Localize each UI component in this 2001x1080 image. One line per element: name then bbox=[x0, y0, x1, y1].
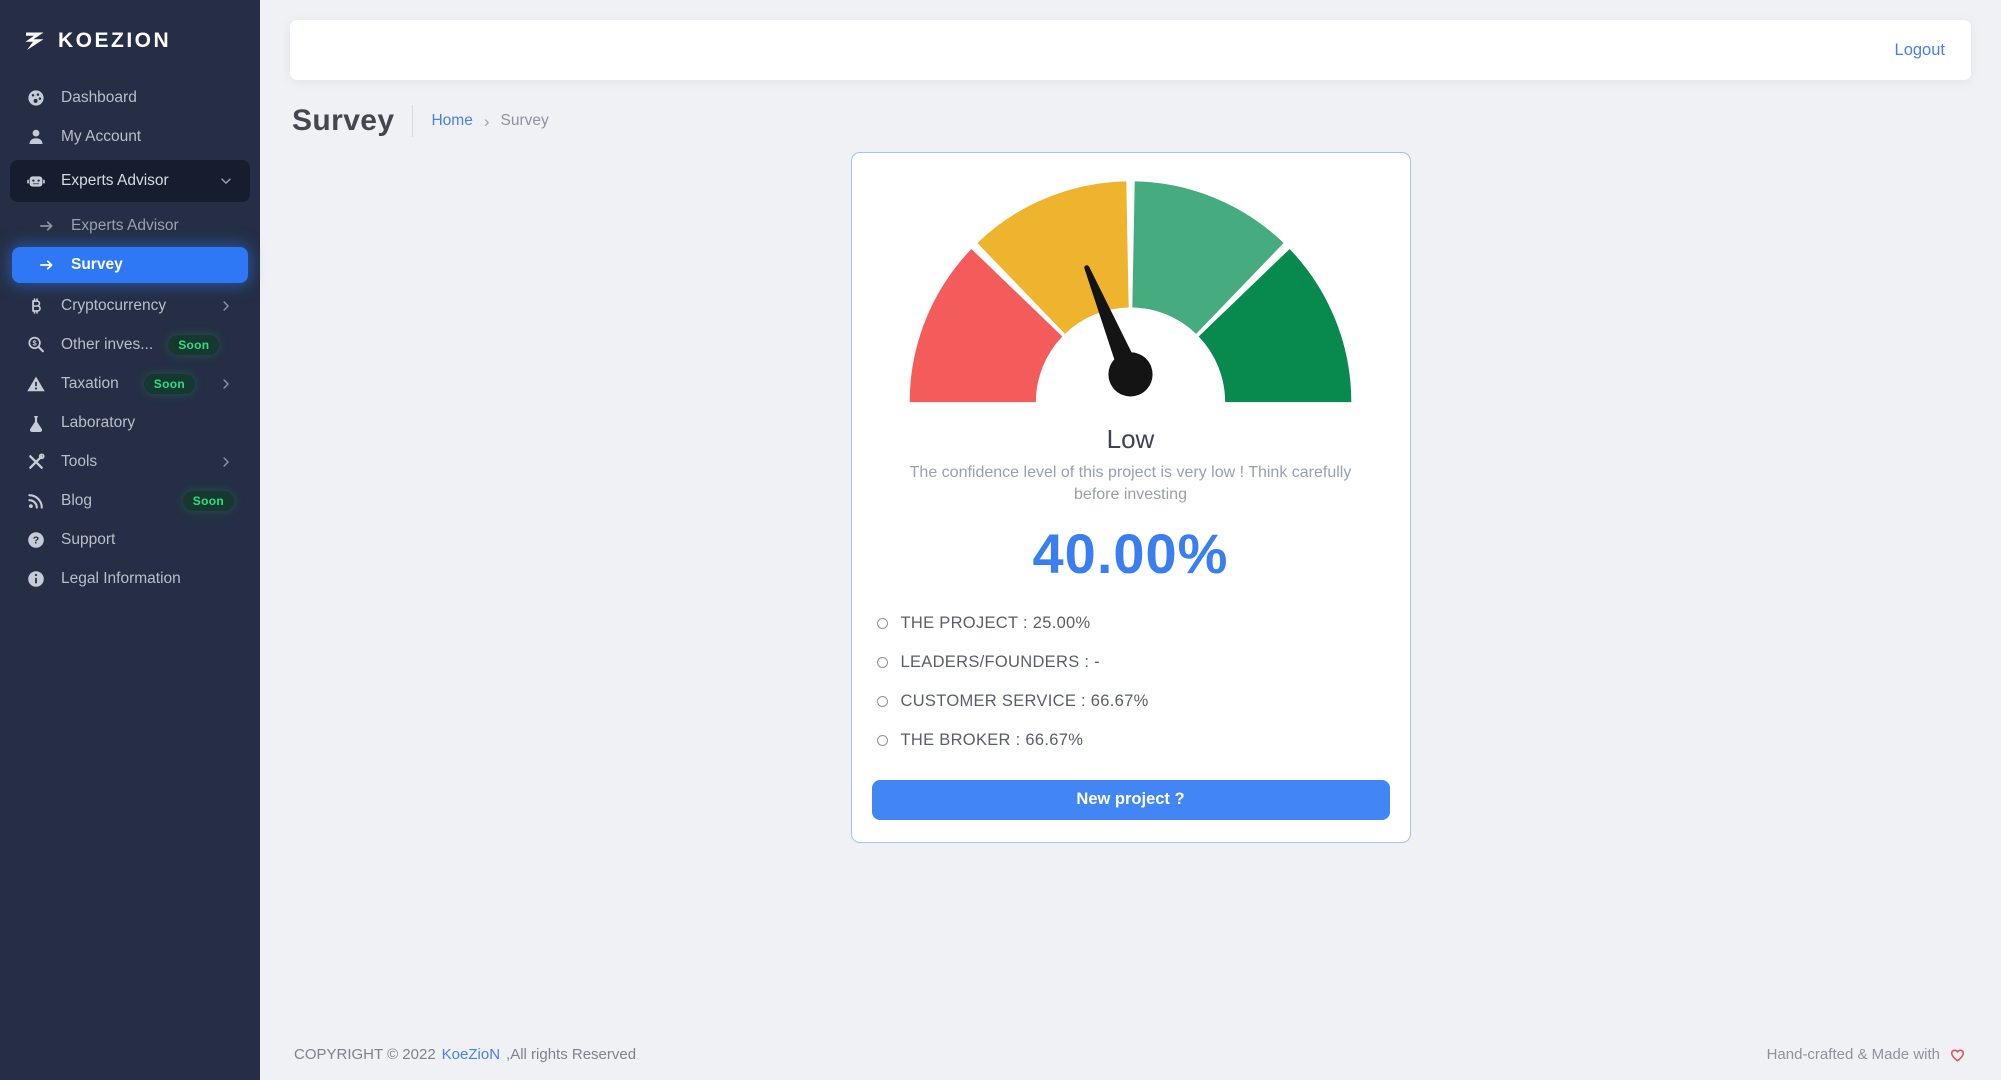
sidebar-subitem-survey[interactable]: Survey bbox=[12, 247, 248, 283]
sidebar-item-label: Other inves... bbox=[61, 336, 153, 354]
rss-icon bbox=[26, 491, 46, 511]
svg-text:?: ? bbox=[33, 535, 39, 547]
warning-icon bbox=[26, 374, 46, 394]
sidebar-item-label: Taxation bbox=[61, 375, 119, 393]
sidebar-item-label: Experts Advisor bbox=[61, 172, 169, 190]
circle-bullet-icon bbox=[877, 618, 888, 629]
sidebar-item-label: Laboratory bbox=[61, 414, 135, 432]
confidence-level-label: Low bbox=[1107, 424, 1155, 455]
credits-text: Hand-crafted & Made with bbox=[1767, 1045, 1967, 1064]
tools-icon bbox=[26, 452, 46, 472]
criteria-text: THE BROKER : 66.67% bbox=[901, 731, 1084, 750]
sidebar-subitem-experts-advisor[interactable]: Experts Advisor bbox=[12, 208, 248, 244]
user-icon bbox=[26, 127, 46, 147]
soon-badge: Soon bbox=[168, 335, 219, 355]
sidebar-subitem-label: Survey bbox=[71, 256, 123, 274]
new-project-button[interactable]: New project ? bbox=[872, 780, 1390, 820]
chevron-right-icon bbox=[218, 298, 234, 314]
sidebar-item-label: Dashboard bbox=[61, 89, 137, 107]
sidebar-item-laboratory[interactable]: Laboratory bbox=[10, 404, 250, 442]
sidebar-item-label: Legal Information bbox=[61, 570, 181, 588]
sidebar-item-cryptocurrency[interactable]: Cryptocurrency bbox=[10, 287, 250, 325]
robot-icon bbox=[26, 171, 46, 191]
sidebar-submenu: Experts Advisor Survey bbox=[0, 208, 260, 283]
survey-result-card: Low The confidence level of this project… bbox=[851, 152, 1411, 843]
bitcoin-icon bbox=[26, 296, 46, 316]
chevron-right-icon bbox=[218, 454, 234, 470]
chevron-down-icon bbox=[218, 173, 234, 189]
criteria-item: CUSTOMER SERVICE : 66.67% bbox=[872, 682, 1390, 721]
footer: COPYRIGHT © 2022 KoeZioN ,All rights Res… bbox=[290, 1035, 1971, 1080]
question-icon: ? bbox=[26, 530, 46, 550]
main-content: Logout Survey Home › Survey Low The conf… bbox=[260, 0, 2001, 1080]
sidebar-item-label: Support bbox=[61, 531, 115, 549]
copyright-text: COPYRIGHT © 2022 KoeZioN ,All rights Res… bbox=[294, 1046, 636, 1063]
sidebar-item-other-inves[interactable]: $ Other inves... Soon bbox=[10, 326, 250, 364]
soon-badge: Soon bbox=[183, 491, 234, 511]
sidebar-item-my-account[interactable]: My Account bbox=[10, 118, 250, 156]
heart-icon bbox=[1948, 1045, 1967, 1064]
confidence-score-value: 40.00% bbox=[1033, 521, 1229, 586]
criteria-list: THE PROJECT : 25.00% LEADERS/FOUNDERS : -… bbox=[872, 604, 1390, 760]
koezion-logo-text: KOEZION bbox=[58, 29, 171, 53]
copyright-prefix: COPYRIGHT © 2022 bbox=[294, 1046, 436, 1063]
confidence-description: The confidence level of this project is … bbox=[886, 462, 1376, 507]
breadcrumb-chevron-icon: › bbox=[484, 113, 490, 130]
soon-badge: Soon bbox=[144, 374, 195, 394]
page-title: Survey bbox=[292, 104, 394, 138]
koezion-logo[interactable]: KOEZION bbox=[0, 16, 260, 78]
topbar: Logout bbox=[290, 20, 1971, 80]
sidebar-item-support[interactable]: ? Support bbox=[10, 521, 250, 559]
sidebar-item-experts-advisor[interactable]: Experts Advisor bbox=[10, 160, 250, 202]
circle-bullet-icon bbox=[877, 696, 888, 707]
sidebar-item-label: My Account bbox=[61, 128, 141, 146]
koezion-footer-link[interactable]: KoeZioN bbox=[442, 1046, 500, 1063]
sidebar-item-label: Tools bbox=[61, 453, 97, 471]
dashboard-icon bbox=[26, 88, 46, 108]
circle-bullet-icon bbox=[877, 735, 888, 746]
criteria-text: CUSTOMER SERVICE : 66.67% bbox=[901, 692, 1149, 711]
criteria-text: LEADERS/FOUNDERS : - bbox=[901, 653, 1100, 672]
sidebar-item-tools[interactable]: Tools bbox=[10, 443, 250, 481]
sidebar-item-blog[interactable]: Blog Soon bbox=[10, 482, 250, 520]
koezion-logo-icon bbox=[22, 28, 48, 54]
title-divider bbox=[412, 105, 413, 137]
sidebar-subitem-label: Experts Advisor bbox=[71, 217, 179, 235]
sidebar: KOEZION Dashboard My Account Experts Advis… bbox=[0, 0, 260, 1080]
svg-text:$: $ bbox=[32, 339, 37, 348]
sidebar-item-dashboard[interactable]: Dashboard bbox=[10, 79, 250, 117]
sidebar-nav: DashboardMy AccountExperts AdvisorExpert… bbox=[0, 78, 260, 599]
info-icon bbox=[26, 569, 46, 589]
criteria-text: THE PROJECT : 25.00% bbox=[901, 614, 1091, 633]
arrow-right-icon bbox=[38, 217, 56, 235]
breadcrumb-home-link[interactable]: Home bbox=[431, 112, 472, 130]
arrow-right-icon bbox=[38, 256, 56, 274]
sidebar-item-taxation[interactable]: Taxation Soon bbox=[10, 365, 250, 403]
sidebar-item-label: Cryptocurrency bbox=[61, 297, 166, 315]
criteria-item: THE BROKER : 66.67% bbox=[872, 721, 1390, 760]
circle-bullet-icon bbox=[877, 657, 888, 668]
confidence-gauge-chart bbox=[903, 175, 1358, 416]
search-dollar-icon: $ bbox=[26, 335, 46, 355]
criteria-item: THE PROJECT : 25.00% bbox=[872, 604, 1390, 643]
chevron-right-icon bbox=[218, 376, 234, 392]
logout-link[interactable]: Logout bbox=[1895, 41, 1945, 60]
page-header: Survey Home › Survey bbox=[290, 104, 1971, 138]
flask-icon bbox=[26, 413, 46, 433]
copyright-suffix: ,All rights Reserved bbox=[506, 1046, 636, 1063]
sidebar-item-legal-information[interactable]: Legal Information bbox=[10, 560, 250, 598]
breadcrumb: Home › Survey bbox=[431, 112, 548, 130]
criteria-item: LEADERS/FOUNDERS : - bbox=[872, 643, 1390, 682]
sidebar-item-label: Blog bbox=[61, 492, 92, 510]
breadcrumb-current: Survey bbox=[501, 112, 549, 130]
